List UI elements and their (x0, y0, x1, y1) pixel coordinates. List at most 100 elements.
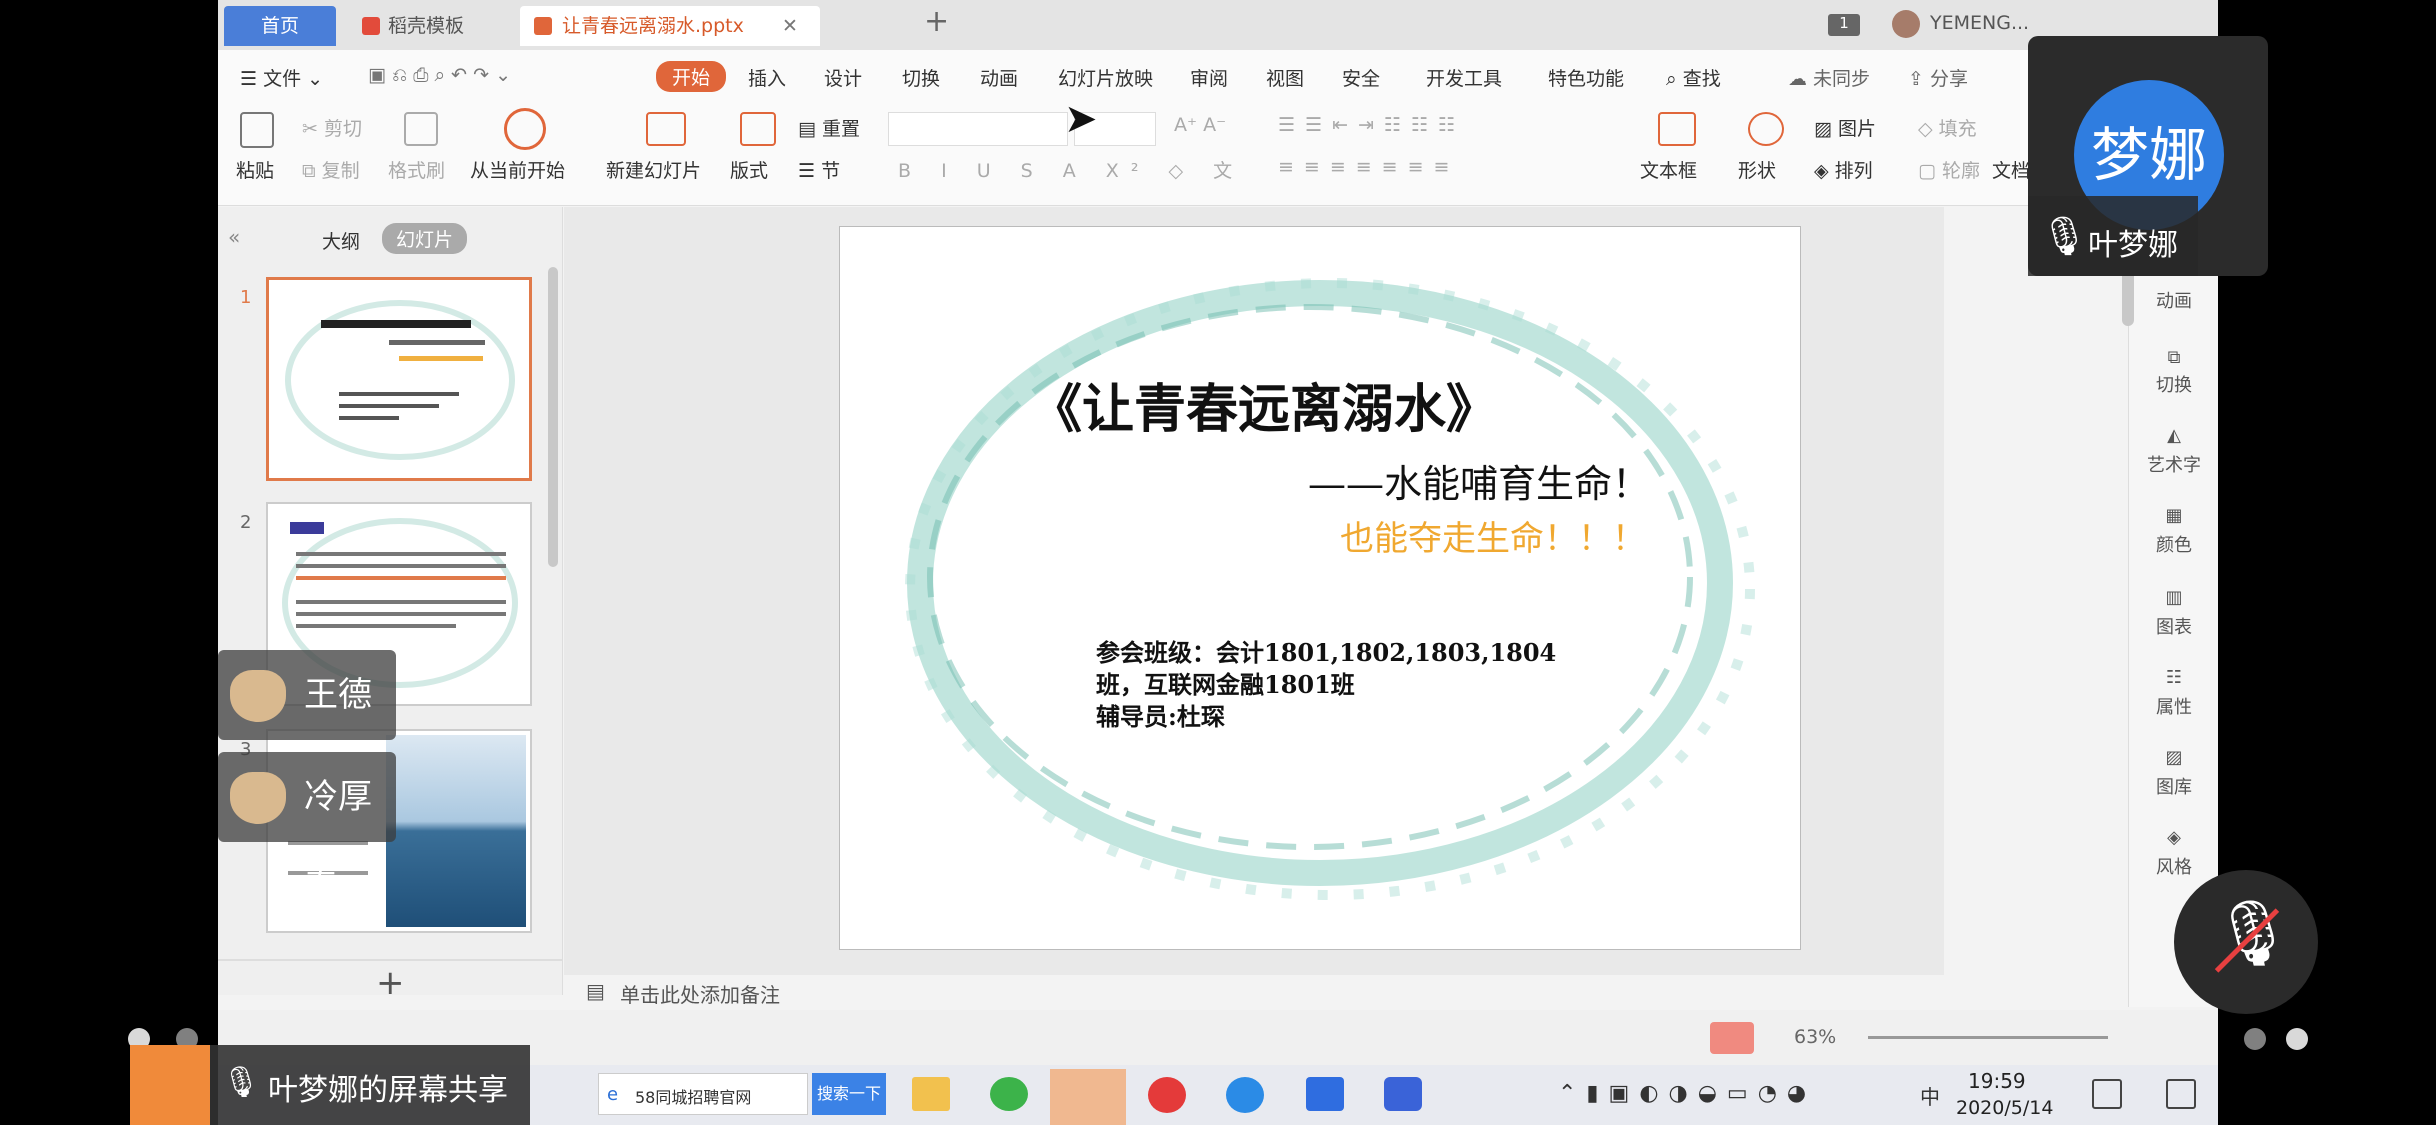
doc-button[interactable]: 文档 (1992, 156, 2030, 183)
sync-status[interactable]: ☁ 未同步 (1788, 64, 1870, 91)
sidebar-wordart[interactable]: 艺术字 (2129, 451, 2218, 477)
tab-start[interactable]: 开始 (656, 61, 727, 92)
search-button[interactable]: ⌕ 查找 (1666, 64, 1721, 91)
share-label: 分享 (1929, 68, 1968, 90)
zoom-slider[interactable] (1868, 1036, 2108, 1039)
sidebar-gallery[interactable]: 图库 (2129, 773, 2218, 799)
sidebar-style[interactable]: 风格 (2129, 853, 2218, 879)
tab-design[interactable]: 设计 (824, 64, 862, 91)
zoom-level[interactable]: 63% (1794, 1026, 1836, 1048)
clock-date[interactable]: 2020/5/14 (1956, 1097, 2053, 1119)
file-menu[interactable]: ☰ 文件 ⌄ (240, 64, 323, 91)
tab-review[interactable]: 审阅 (1190, 64, 1228, 91)
format-painter-icon[interactable] (404, 112, 438, 146)
avatar[interactable] (1892, 10, 1920, 38)
collapse-icon[interactable]: « (228, 225, 240, 249)
slide-subtitle: ——水能哺育生命！ (1308, 462, 1651, 506)
participant-tag[interactable]: 冷厚春 (218, 752, 396, 907)
text-box-button[interactable]: 文本框 (1640, 156, 1697, 183)
sidebar-color[interactable]: 颜色 (2129, 531, 2218, 557)
mute-button[interactable]: 🎙 (2174, 870, 2318, 1014)
section-button[interactable]: ☰ 节 (798, 156, 840, 183)
tab-transition[interactable]: 切换 (902, 64, 940, 91)
participant-tag[interactable]: 王德武 (218, 650, 396, 805)
shape-icon[interactable] (1748, 112, 1784, 146)
system-tray-icons[interactable]: ⌃▮▣◐◑◒▭◔◕ (1558, 1081, 1816, 1106)
action-center-icon[interactable] (2166, 1079, 2196, 1109)
close-icon[interactable]: ✕ (782, 6, 798, 46)
new-slide-icon[interactable] (646, 112, 686, 146)
copy-button[interactable]: ⧉ 复制 (302, 156, 360, 183)
browser-search-box[interactable]: e 58同城招聘官网 (598, 1073, 808, 1115)
slideshow-play-button[interactable] (1710, 1022, 1754, 1054)
paragraph-list-buttons[interactable]: ☰☰⇤⇥☷☷☷ (1278, 114, 1465, 136)
fill-label: 填充 (1938, 118, 1977, 140)
wps-icon[interactable] (1384, 1077, 1422, 1111)
clock-time[interactable]: 19:59 (1968, 1069, 2026, 1093)
netease-music-icon[interactable] (1148, 1077, 1186, 1113)
layout-button[interactable]: 版式 (730, 156, 768, 183)
play-icon[interactable] (504, 108, 546, 150)
font-name-select[interactable] (888, 112, 1068, 146)
quick-toolbar-icons[interactable]: ▣ ⎌ ⎙ ⌕ ↶ ↷ ⌄ (368, 64, 511, 86)
picture-button[interactable]: ▨ 图片 (1814, 114, 1876, 141)
reset-label: 重置 (822, 118, 861, 140)
outline-tab[interactable]: 大纲 (322, 227, 360, 254)
notes-area[interactable]: ▤ 单击此处添加备注 (564, 975, 1944, 1010)
text-box-icon[interactable] (1658, 112, 1696, 146)
sidebar-wordart-icon: ◭ (2167, 425, 2181, 446)
font-size-buttons[interactable]: A⁺ A⁻ (1174, 114, 1226, 136)
tab-special[interactable]: 特色功能 (1548, 64, 1624, 91)
active-app-icon[interactable] (1050, 1069, 1126, 1125)
section-icon: ☰ (798, 160, 816, 182)
sidebar-properties[interactable]: 属性 (2129, 693, 2218, 719)
slide-thumbnail-1[interactable] (266, 277, 532, 481)
paragraph-align-buttons[interactable]: ≡≡≡≡≡≡≡ (1278, 156, 1459, 178)
cut-button[interactable]: ✂ 剪切 (302, 114, 362, 141)
sidebar-animation[interactable]: 动画 (2129, 287, 2218, 313)
sidebar-transition[interactable]: 切换 (2129, 371, 2218, 397)
ie-browser-icon[interactable] (1226, 1077, 1264, 1113)
font-style-buttons[interactable]: B I U S A X² ◇ 文 (898, 156, 1244, 183)
wechat-icon[interactable] (990, 1077, 1028, 1111)
new-slide-button[interactable]: 新建幻灯片 (606, 156, 701, 183)
slide-text-line: 参会班级：会计1801,1802,1803,1804 (1096, 638, 1557, 667)
thumb-text-line (339, 392, 459, 396)
share-button[interactable]: ⇪ 分享 (1908, 64, 1968, 91)
shape-button[interactable]: 形状 (1738, 156, 1776, 183)
layout-icon[interactable] (740, 112, 776, 146)
tab-templates[interactable]: 稻壳模板 (348, 6, 508, 46)
microphone-icon: 🎙 (2040, 214, 2089, 258)
pane-scrollbar[interactable] (548, 267, 558, 567)
ime-indicator[interactable]: 中 (1920, 1081, 1940, 1110)
paste-button[interactable]: 粘贴 (236, 156, 274, 183)
speaker-video-tile[interactable]: 梦娜 🎙 叶梦娜 (2028, 36, 2268, 276)
arrange-button[interactable]: ◈ 排列 (1814, 156, 1873, 183)
tab-insert[interactable]: 插入 (748, 64, 786, 91)
file-explorer-icon[interactable] (912, 1077, 950, 1111)
add-slide-icon[interactable]: + (376, 963, 405, 1003)
tab-security[interactable]: 安全 (1342, 64, 1380, 91)
new-tab-icon[interactable]: + (924, 4, 949, 39)
tab-label: 让青春远离溺水.pptx (562, 15, 744, 37)
window-count-badge[interactable]: 1 (1828, 14, 1860, 36)
fill-button[interactable]: ◇ 填充 (1918, 114, 1977, 141)
tab-document[interactable]: 让青春远离溺水.pptx ✕ (520, 6, 820, 46)
slides-tab[interactable]: 幻灯片 (382, 223, 468, 254)
tab-slideshow[interactable]: 幻灯片放映 (1058, 64, 1153, 91)
thumb-text-line (296, 612, 506, 616)
tab-animation[interactable]: 动画 (980, 64, 1018, 91)
tab-view[interactable]: 视图 (1266, 64, 1304, 91)
format-painter-button[interactable]: 格式刷 (388, 156, 445, 183)
search-go-button[interactable]: 搜索一下 (812, 1073, 886, 1115)
paste-icon[interactable] (240, 112, 274, 148)
tab-developer[interactable]: 开发工具 (1426, 64, 1502, 91)
outline-button[interactable]: ▢ 轮廓 (1918, 156, 1980, 183)
notification-icon[interactable] (2092, 1079, 2122, 1109)
slide-editor[interactable]: 《让青春远离溺水》 ——水能哺育生命！ 也能夺走生命！！！ 参会班级：会计180… (839, 226, 1801, 950)
meeting-app-icon[interactable] (1306, 1077, 1344, 1111)
reset-button[interactable]: ▤ 重置 (798, 114, 860, 141)
tab-home[interactable]: 首页 (224, 6, 336, 46)
sidebar-chart[interactable]: 图表 (2129, 613, 2218, 639)
from-current-button[interactable]: 从当前开始 (470, 156, 565, 183)
